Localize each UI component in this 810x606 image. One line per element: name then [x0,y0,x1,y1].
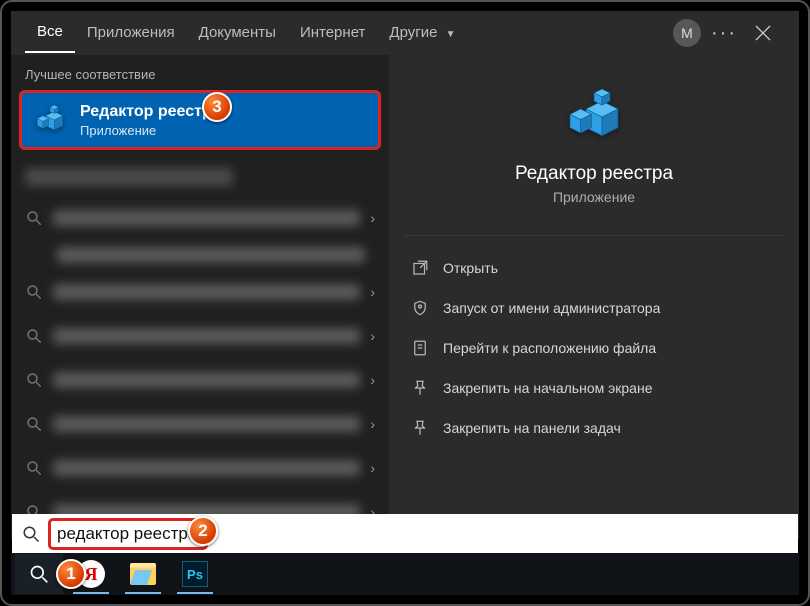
search-icon [25,459,43,477]
photoshop-icon: Ps [182,561,208,587]
chevron-right-icon: › [370,284,375,300]
list-item[interactable] [11,240,389,270]
blurred-heading [25,168,233,186]
pin-start-icon [411,379,429,397]
search-input[interactable]: редактор реестра [12,514,798,554]
action-label: Перейти к расположению файла [443,340,656,356]
shield-admin-icon [411,299,429,317]
search-icon [25,209,43,227]
action-open[interactable]: Открыть [399,248,789,288]
divider [405,235,783,236]
list-item[interactable]: › [11,196,389,240]
action-label: Открыть [443,260,498,276]
list-item[interactable]: › [11,314,389,358]
folder-location-icon [411,339,429,357]
tab-other-label: Другие [389,24,437,41]
action-label: Запуск от имени администратора [443,300,660,316]
search-icon [22,525,40,543]
search-filter-tabs: Все Приложения Документы Интернет Другие… [11,11,799,55]
chevron-right-icon: › [370,416,375,432]
chevron-down-icon: ▼ [446,29,456,40]
action-pin-start[interactable]: Закрепить на начальном экране [399,368,789,408]
action-run-as-admin[interactable]: Запуск от имени администратора [399,288,789,328]
best-match-result[interactable]: Редактор реестра Приложение [19,90,381,150]
search-query-text: редактор реестра [57,524,197,544]
action-label: Закрепить на начальном экране [443,380,653,396]
regedit-icon [32,102,68,138]
search-icon [29,564,49,584]
file-explorer-icon [130,563,156,585]
result-title: Редактор реестра [80,103,221,121]
regedit-icon-large [562,85,626,149]
annotation-marker-1: 1 [56,559,86,589]
tab-apps[interactable]: Приложения [75,14,187,52]
list-item[interactable]: › [11,358,389,402]
tab-web[interactable]: Интернет [288,14,377,52]
taskbar: Я Ps [11,553,799,595]
results-pane: Лучшее соответствие [11,55,389,539]
search-icon [25,415,43,433]
annotation-marker-2: 2 [188,516,218,546]
chevron-right-icon: › [370,460,375,476]
taskbar-file-explorer[interactable] [119,554,167,594]
action-label: Закрепить на панели задач [443,420,621,436]
open-icon [411,259,429,277]
chevron-right-icon: › [370,328,375,344]
list-item[interactable]: › [11,270,389,314]
search-query-highlight: редактор реестра [48,518,208,550]
tab-documents[interactable]: Документы [187,14,288,52]
close-icon [755,25,771,41]
search-icon [25,283,43,301]
web-results-list: › › › › › › › [11,158,389,534]
list-item[interactable]: › [11,446,389,490]
taskbar-photoshop[interactable]: Ps [171,554,219,594]
tab-other[interactable]: Другие ▼ [377,14,467,52]
pin-taskbar-icon [411,419,429,437]
chevron-right-icon: › [370,372,375,388]
search-icon [25,327,43,345]
action-pin-taskbar[interactable]: Закрепить на панели задач [399,408,789,448]
list-item[interactable]: › [11,402,389,446]
preview-subtitle: Приложение [553,189,635,205]
search-icon [25,371,43,389]
more-button[interactable]: ··· [707,22,741,45]
preview-title: Редактор реестра [515,163,673,185]
chevron-right-icon: › [370,210,375,226]
tab-all[interactable]: Все [25,13,75,53]
action-open-location[interactable]: Перейти к расположению файла [399,328,789,368]
close-button[interactable] [741,11,785,55]
annotation-marker-3: 3 [202,92,232,122]
result-subtitle: Приложение [80,123,221,138]
best-match-heading: Лучшее соответствие [11,55,389,90]
preview-pane: Редактор реестра Приложение Открыть Запу… [389,55,799,539]
user-avatar[interactable]: М [673,19,701,47]
